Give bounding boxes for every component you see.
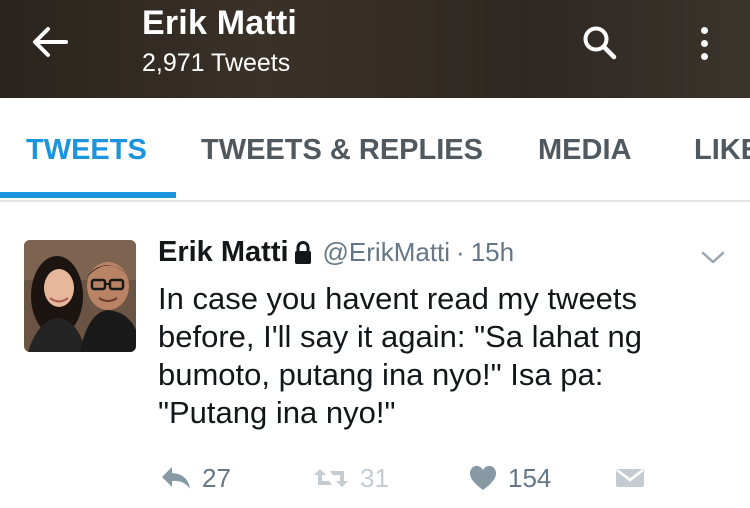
reply-icon [162,467,190,489]
tweet-menu-button[interactable] [696,244,730,272]
lock-icon [294,240,311,264]
author-name[interactable]: Erik Matti [158,236,289,269]
retweet-button[interactable]: 31 [312,458,389,498]
more-vertical-icon-dot [700,39,708,47]
chevron-down-icon [701,251,725,264]
app-bar: Erik Matti 2,971 Tweets [0,0,750,98]
active-tab-indicator [0,192,176,198]
separator-dot: · [456,237,465,267]
profile-tabs: TWEETS TWEETS & REPLIES MEDIA LIKES [0,98,750,202]
reply-button[interactable]: 27 [160,458,231,498]
retweet-icon [314,469,348,487]
tab-likes[interactable]: LIKES [694,98,750,198]
back-arrow-icon [33,27,68,57]
tweet[interactable]: Erik Matti @ErikMatti · 15h In case you … [0,202,750,508]
retweet-count: 31 [360,462,389,493]
tweet-timestamp[interactable]: 15h [471,237,514,268]
search-button[interactable] [572,18,628,68]
tab-media[interactable]: MEDIA [538,98,631,198]
back-button[interactable] [18,18,82,66]
tab-tweets[interactable]: TWEETS [26,98,147,198]
avatar[interactable] [24,240,136,352]
envelope-icon [616,469,644,487]
more-vertical-icon-dot [700,52,708,60]
reply-count: 27 [202,462,231,493]
profile-name: Erik Matti [142,4,298,42]
like-button[interactable]: 154 [468,458,551,498]
tab-tweets-and-replies[interactable]: TWEETS & REPLIES [201,98,483,198]
profile-title-block: Erik Matti 2,971 Tweets [142,2,297,78]
tweet-text: In case you havent read my tweets before… [158,281,642,430]
more-vertical-icon [700,26,708,34]
tweet-count: 2,971 Tweets [142,49,291,77]
direct-message-button[interactable] [614,458,648,498]
more-options-button[interactable] [684,18,724,68]
like-count: 154 [508,462,552,493]
author-handle[interactable]: @ErikMatti [323,237,451,268]
search-icon [583,26,617,60]
tweet-actions: 27 31 154 [150,458,690,498]
avatar-photo [24,240,136,352]
heart-icon [469,465,497,490]
tweet-header: Erik Matti @ErikMatti · 15h [158,236,514,269]
